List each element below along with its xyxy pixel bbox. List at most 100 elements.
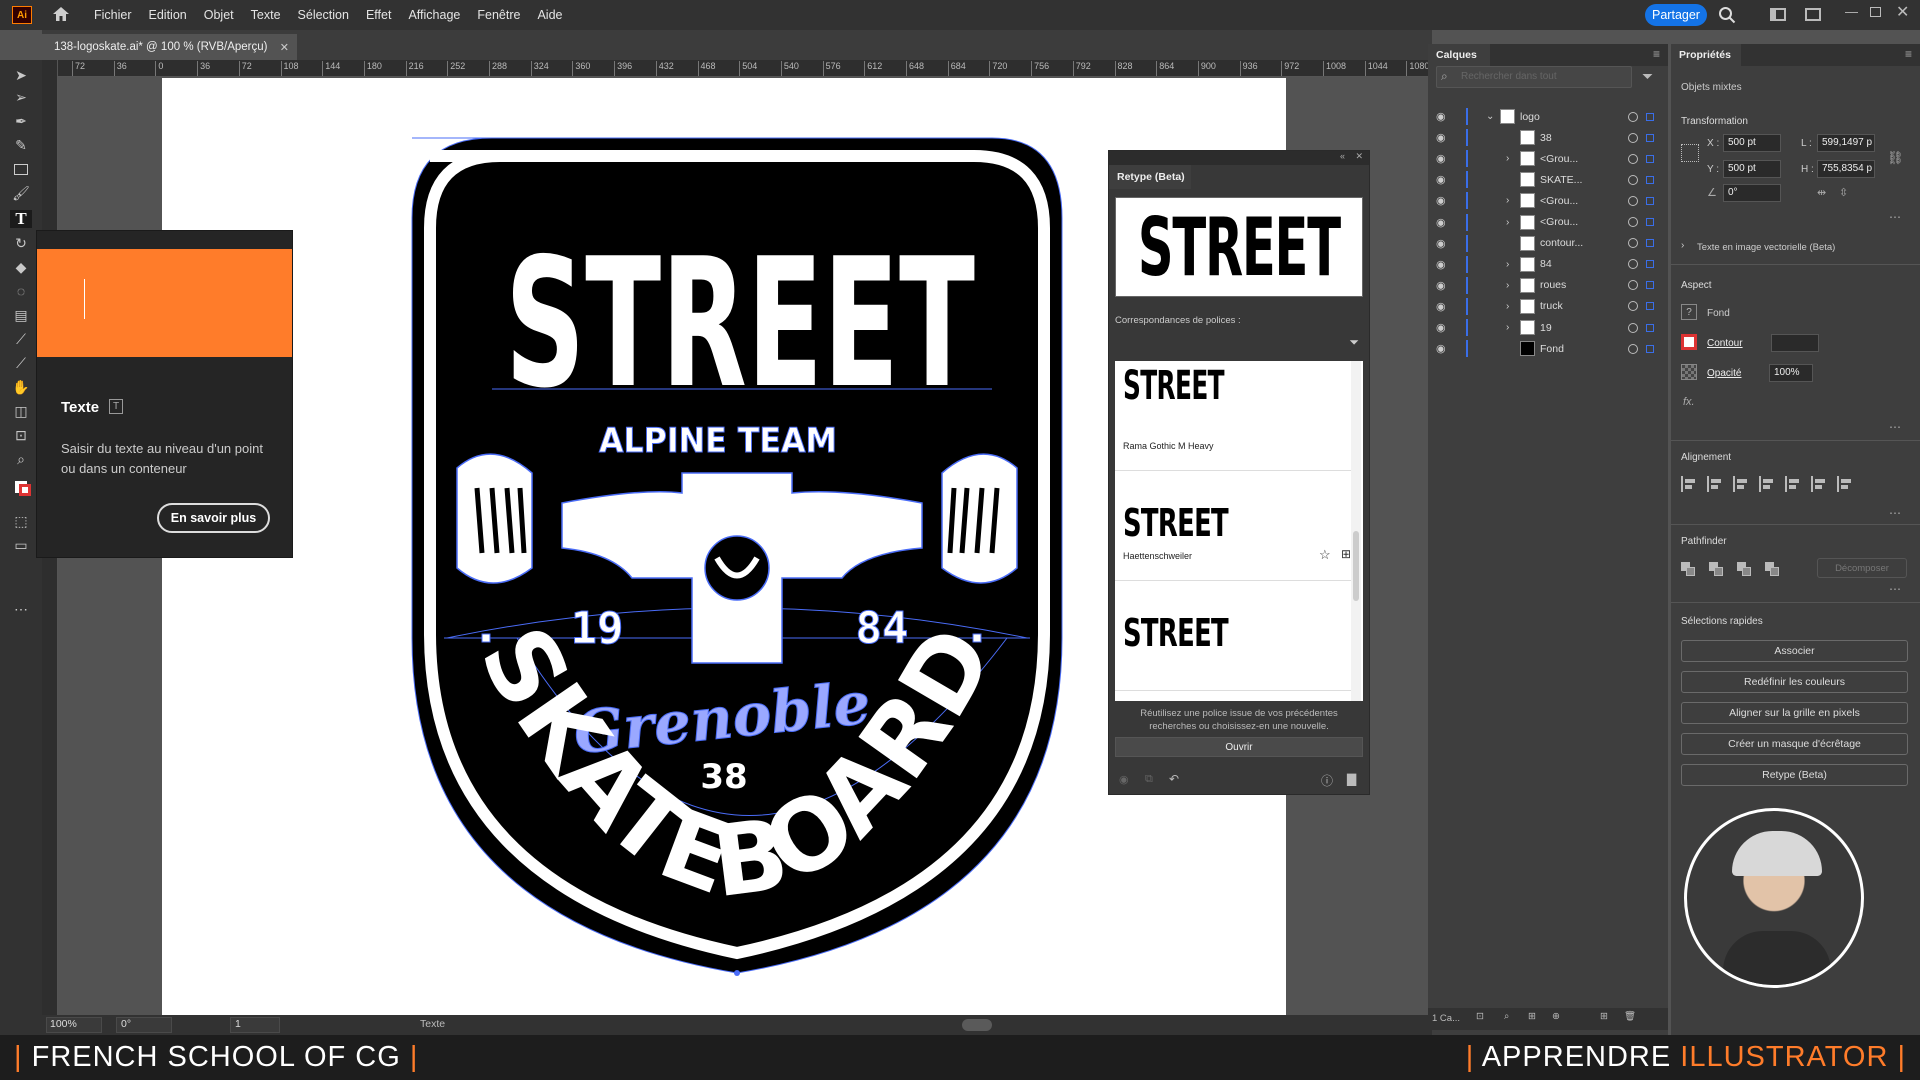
expand-chevron-icon[interactable]: › bbox=[1506, 322, 1509, 333]
more-tools-icon[interactable]: ⋯ bbox=[10, 600, 32, 618]
menu-item-5[interactable]: Effet bbox=[366, 8, 391, 22]
visibility-eye-icon[interactable]: ◉ bbox=[1436, 216, 1446, 229]
layer-name[interactable]: 19 bbox=[1540, 322, 1552, 334]
align-bottom-icon[interactable] bbox=[1837, 476, 1853, 492]
visibility-eye-icon[interactable]: ◉ bbox=[1436, 152, 1446, 165]
document-tab[interactable]: 138-logoskate.ai* @ 100 % (RVB/Aperçu) ✕ bbox=[42, 34, 297, 60]
eye-icon[interactable]: ◉ bbox=[1119, 773, 1129, 786]
expand-chevron-icon[interactable]: ⌄ bbox=[1486, 111, 1494, 122]
visibility-eye-icon[interactable]: ◉ bbox=[1436, 300, 1446, 313]
layer-name[interactable]: <Grou... bbox=[1540, 216, 1578, 228]
x-input[interactable]: 500 pt bbox=[1723, 134, 1781, 152]
align-right-icon[interactable] bbox=[1759, 476, 1775, 492]
locate-icon[interactable]: ⌕ bbox=[1504, 1011, 1509, 1022]
pathfinder-exclude-icon[interactable] bbox=[1765, 562, 1779, 576]
layer-row[interactable]: ◉ › roues bbox=[1428, 275, 1660, 296]
rectangle-tool-icon[interactable] bbox=[10, 160, 32, 178]
stroke-width-input[interactable] bbox=[1771, 334, 1819, 352]
aspect-more-icon[interactable]: ⋯ bbox=[1889, 420, 1901, 434]
target-icon[interactable] bbox=[1628, 238, 1638, 249]
pathfinder-more-icon[interactable]: ⋯ bbox=[1889, 582, 1901, 596]
gradient-tool-icon[interactable]: ▤ bbox=[10, 306, 32, 324]
draw-mode-icon[interactable]: ⬚ bbox=[10, 512, 32, 530]
shape-builder-tool-icon[interactable]: ◫ bbox=[10, 402, 32, 420]
retype-tab[interactable]: Retype (Beta) bbox=[1109, 165, 1191, 189]
open-button[interactable]: Ouvrir bbox=[1115, 737, 1363, 757]
decompose-button[interactable]: Décomposer bbox=[1817, 558, 1907, 578]
quick-action-button[interactable]: Redéfinir les couleurs bbox=[1681, 671, 1908, 693]
selection-indicator-icon[interactable] bbox=[1646, 133, 1654, 142]
layer-name[interactable]: SKATE... bbox=[1540, 174, 1582, 186]
zoom-tool-icon[interactable]: ⌕ bbox=[10, 450, 32, 468]
target-icon[interactable] bbox=[1628, 132, 1638, 143]
selection-indicator-icon[interactable] bbox=[1646, 154, 1654, 163]
layer-name[interactable]: <Grou... bbox=[1540, 195, 1578, 207]
pathfinder-unite-icon[interactable] bbox=[1681, 562, 1695, 576]
feedback-icon[interactable]: ▇ bbox=[1347, 772, 1356, 786]
target-icon[interactable] bbox=[1628, 301, 1638, 312]
search-icon[interactable] bbox=[1718, 6, 1736, 27]
align-vcenter-icon[interactable] bbox=[1811, 476, 1827, 492]
layer-name[interactable]: contour... bbox=[1540, 237, 1583, 249]
y-input[interactable]: 500 pt bbox=[1723, 160, 1781, 178]
layer-name[interactable]: logo bbox=[1520, 111, 1540, 123]
target-icon[interactable] bbox=[1628, 322, 1638, 333]
rotation-field[interactable]: 0° bbox=[116, 1017, 172, 1033]
curvature-tool-icon[interactable]: ✎ bbox=[10, 136, 32, 154]
trash-icon[interactable]: 🗑 bbox=[1624, 1011, 1636, 1022]
menu-item-4[interactable]: Sélection bbox=[298, 8, 349, 22]
layer-name[interactable]: Fond bbox=[1540, 343, 1564, 355]
close-tab-icon[interactable]: ✕ bbox=[280, 41, 289, 54]
new-layer-icon[interactable]: ⊞ bbox=[1600, 1011, 1608, 1022]
target-icon[interactable] bbox=[1628, 174, 1638, 185]
pen-tool-icon[interactable]: ✒ bbox=[10, 112, 32, 130]
flip-horizontal-icon[interactable]: ⇹ bbox=[1817, 186, 1826, 199]
stroke-swatch-icon[interactable] bbox=[1681, 334, 1697, 350]
copy-icon[interactable]: ⧉ bbox=[1145, 773, 1153, 786]
visibility-eye-icon[interactable]: ◉ bbox=[1436, 173, 1446, 186]
retype-panel-header[interactable]: « ✕ bbox=[1109, 151, 1369, 165]
selection-indicator-icon[interactable] bbox=[1646, 218, 1654, 226]
layer-row[interactable]: ◉ › <Grou... bbox=[1428, 212, 1660, 233]
pathfinder-minus-front-icon[interactable] bbox=[1709, 562, 1723, 576]
fill-stroke-icon[interactable] bbox=[10, 478, 32, 496]
align-left-icon[interactable] bbox=[1707, 476, 1723, 492]
font-match-list[interactable]: STREET STREET Rama Gothic M Heavy STREET Hae… bbox=[1115, 361, 1363, 701]
artboard-field[interactable]: 1 bbox=[230, 1017, 280, 1033]
fill-swatch-icon[interactable]: ? bbox=[1681, 304, 1697, 320]
type-tool-icon[interactable]: T bbox=[10, 209, 32, 228]
selection-indicator-icon[interactable] bbox=[1646, 281, 1654, 290]
maximize-icon[interactable] bbox=[1870, 7, 1881, 17]
constrain-proportions-icon[interactable]: ⛓ bbox=[1887, 150, 1904, 166]
font-list-scrollbar[interactable] bbox=[1351, 361, 1361, 701]
layer-row[interactable]: ◉ › <Grou... bbox=[1428, 190, 1660, 211]
learn-more-button[interactable]: En savoir plus bbox=[157, 503, 270, 533]
layer-row[interactable]: ◉ ⌄ logo bbox=[1428, 106, 1660, 127]
workspace-icon[interactable] bbox=[1770, 8, 1786, 21]
layers-tab[interactable]: Calques bbox=[1428, 44, 1490, 66]
layer-row[interactable]: ◉ › <Grou... bbox=[1428, 148, 1660, 169]
visibility-eye-icon[interactable]: ◉ bbox=[1436, 321, 1446, 334]
selection-tool-icon[interactable]: ➤ bbox=[10, 66, 32, 84]
minimize-icon[interactable]: — bbox=[1845, 4, 1858, 19]
rotate-tool-icon[interactable]: ↻ bbox=[10, 234, 32, 252]
menu-item-3[interactable]: Texte bbox=[251, 8, 281, 22]
layer-row[interactable]: ◉ contour... bbox=[1428, 233, 1660, 254]
menu-item-2[interactable]: Objet bbox=[204, 8, 234, 22]
menu-item-1[interactable]: Edition bbox=[149, 8, 187, 22]
blend-tool-icon[interactable]: ⟋ bbox=[10, 354, 32, 372]
opacity-input[interactable]: 100% bbox=[1769, 364, 1813, 382]
align-distribute-icon[interactable] bbox=[1681, 476, 1697, 492]
menu-item-0[interactable]: Fichier bbox=[94, 8, 132, 22]
layer-row[interactable]: ◉ 38 bbox=[1428, 127, 1660, 148]
layer-row[interactable]: ◉ › 84 bbox=[1428, 254, 1660, 275]
layer-row[interactable]: ◉ › 19 bbox=[1428, 317, 1660, 338]
visibility-eye-icon[interactable]: ◉ bbox=[1436, 110, 1446, 123]
h-input[interactable]: 755,8354 p bbox=[1817, 160, 1875, 178]
collapse-icon[interactable]: « bbox=[1340, 151, 1345, 161]
artboard-tool-icon[interactable]: ⊡ bbox=[10, 426, 32, 444]
visibility-eye-icon[interactable]: ◉ bbox=[1436, 131, 1446, 144]
share-button[interactable]: Partager bbox=[1645, 4, 1707, 26]
filter-icon[interactable]: ⏷ bbox=[1349, 335, 1359, 350]
align-top-icon[interactable] bbox=[1785, 476, 1801, 492]
